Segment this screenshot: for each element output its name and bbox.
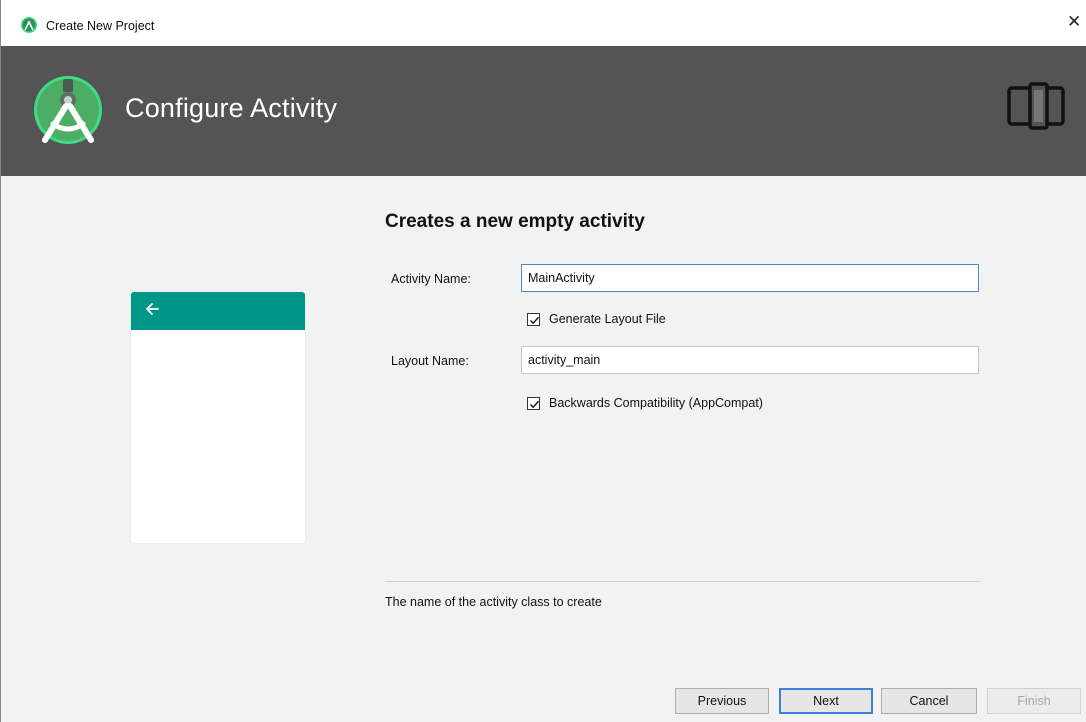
close-icon[interactable]: ✕ [1067,13,1085,31]
check-icon [530,316,540,324]
backwards-compat-label: Backwards Compatibility (AppCompat) [549,396,763,410]
next-button[interactable]: Next [779,688,873,714]
layout-name-label: Layout Name: [391,354,469,368]
title-bar: Create New Project ✕ [1,0,1086,46]
cancel-button[interactable]: Cancel [881,688,977,714]
android-studio-icon [21,17,37,33]
window-title: Create New Project [46,19,155,33]
phone-tablet-icon [1007,82,1065,130]
activity-preview [131,292,305,543]
arrow-left-icon [146,303,159,315]
activity-name-label: Activity Name: [391,272,471,286]
backwards-compat-checkbox[interactable]: Backwards Compatibility (AppCompat) [527,395,763,411]
divider [385,581,980,582]
preview-app-bar [131,292,305,330]
wizard-header: Configure Activity [1,46,1086,176]
finish-button: Finish [987,688,1081,714]
layout-name-input[interactable] [521,346,979,374]
check-icon [530,400,540,408]
create-project-dialog: Create New Project ✕ Configure Activity [0,0,1086,722]
activity-name-input[interactable] [521,264,979,292]
backwards-compat-check-box[interactable] [527,396,540,410]
field-hint: The name of the activity class to create [385,595,602,609]
form-title: Creates a new empty activity [385,211,645,232]
android-studio-logo [34,76,102,144]
page-title: Configure Activity [125,93,338,123]
generate-layout-label: Generate Layout File [549,312,666,326]
generate-layout-checkbox[interactable]: Generate Layout File [527,311,666,327]
previous-button[interactable]: Previous [675,688,769,714]
generate-layout-check-box[interactable] [527,312,540,326]
